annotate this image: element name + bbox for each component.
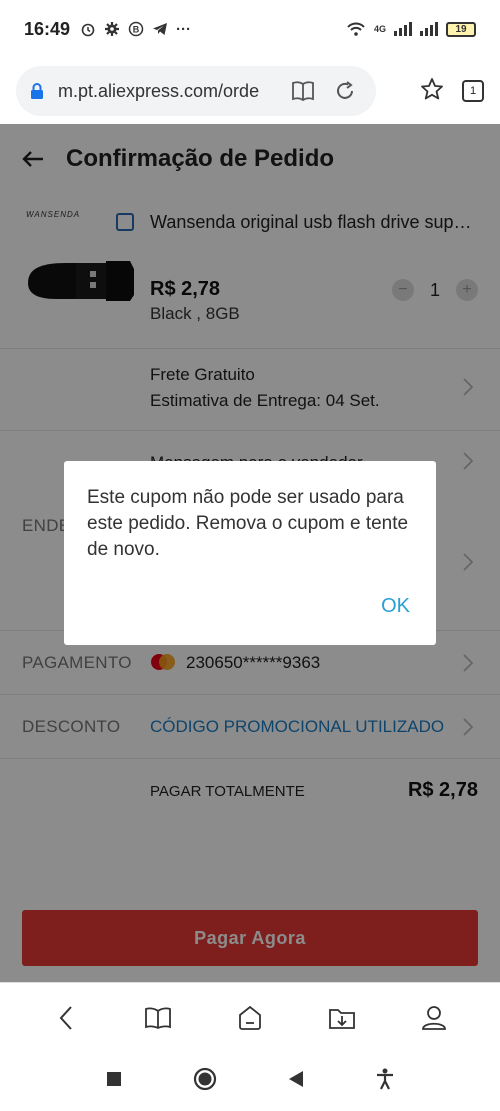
alarm-icon [81, 23, 95, 37]
network-type: 4G [373, 24, 386, 34]
accessibility-icon[interactable] [375, 1068, 395, 1095]
bookmark-star-icon[interactable] [420, 77, 444, 106]
status-icons-left: B ··· [80, 21, 191, 38]
svg-text:B: B [133, 25, 140, 35]
status-bar: 16:49 B ··· 4G 19 [0, 0, 500, 58]
browser-bottom-nav [0, 982, 500, 1052]
coupon-error-dialog: Este cupom não pode ser usado para este … [64, 461, 436, 645]
telegram-icon [153, 23, 168, 35]
url-text[interactable]: m.pt.aliexpress.com/orde [58, 81, 278, 102]
reader-mode-icon[interactable] [286, 74, 320, 108]
reload-icon[interactable] [328, 74, 362, 108]
bookmarks-icon[interactable] [141, 1001, 175, 1035]
profile-icon[interactable] [417, 1001, 451, 1035]
dialog-message: Este cupom não pode ser usado para este … [87, 487, 409, 560]
lock-icon [30, 83, 44, 99]
system-nav-bar [0, 1052, 500, 1111]
wifi-icon [347, 22, 365, 36]
home-button-icon[interactable] [193, 1067, 217, 1096]
tabs-count-button[interactable]: 1 [462, 80, 484, 102]
tabs-count: 1 [469, 85, 477, 97]
screen: 16:49 B ··· 4G 19 m.pt.aliexpress.com/or… [0, 0, 500, 1111]
system-back-icon[interactable] [288, 1070, 304, 1093]
signal-2-icon [420, 22, 438, 36]
browser-toolbar: m.pt.aliexpress.com/orde 1 [0, 58, 500, 124]
gear-icon [105, 22, 120, 36]
battery-icon: 19 [446, 21, 476, 37]
battery-level: 19 [455, 23, 467, 35]
signal-icon [394, 22, 412, 36]
home-icon[interactable] [233, 1001, 267, 1035]
browser-right-actions: 1 [398, 77, 484, 106]
status-icons-right: 4G 19 [346, 21, 476, 37]
back-icon[interactable] [49, 1001, 83, 1035]
status-time: 16:49 [24, 18, 71, 39]
dialog-ok-button[interactable]: OK [381, 595, 410, 618]
downloads-icon[interactable] [325, 1001, 359, 1035]
recents-icon[interactable] [106, 1071, 122, 1092]
address-bar[interactable]: m.pt.aliexpress.com/orde [16, 66, 376, 116]
more-notifications: ··· [176, 20, 192, 38]
b-circle-icon: B [128, 21, 144, 37]
